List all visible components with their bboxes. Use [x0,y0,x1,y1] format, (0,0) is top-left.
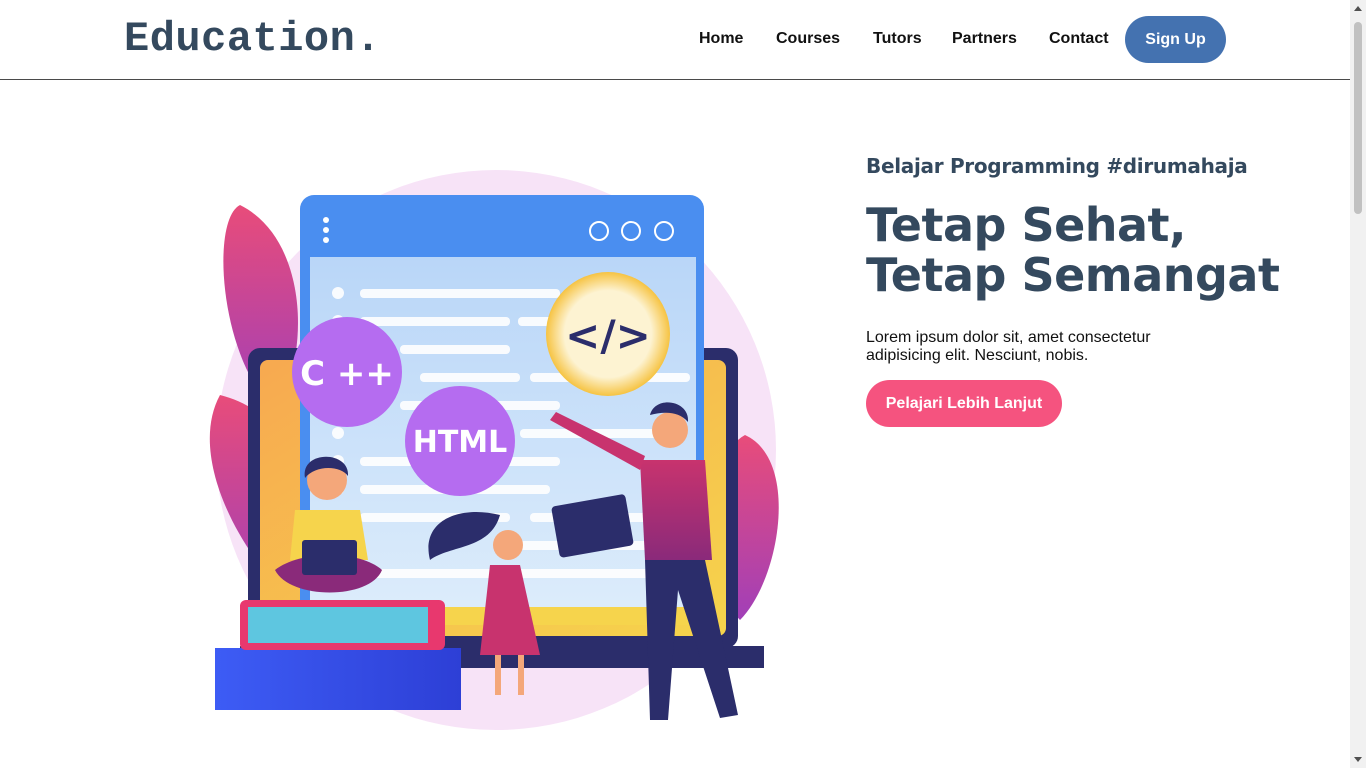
dot [323,237,329,243]
girl-legs [518,655,524,695]
tagline: Belajar Programming #dirumahaja [866,154,1248,178]
man-shirt [640,460,712,560]
headline: Tetap Sehat, Tetap Semangat [866,198,1280,302]
learn-more-button[interactable]: Pelajari Lebih Lanjut [866,380,1062,427]
headline-line1: Tetap Sehat, [866,198,1187,252]
scroll-up-arrow-icon[interactable] [1354,6,1362,11]
book-top-pages [248,607,428,643]
hero-description: Lorem ipsum dolor sit, amet consectetur … [866,329,1151,364]
girl-head [493,530,523,560]
dot [323,217,329,223]
nav-tutors[interactable]: Tutors [873,29,922,49]
book-bottom [215,648,461,710]
nav-contact[interactable]: Contact [1049,29,1109,49]
girl-legs [495,655,501,695]
code-badge-text: </> [565,311,651,360]
nav-courses[interactable]: Courses [776,29,840,49]
logo[interactable]: Education. [124,14,381,64]
scrollbar[interactable] [1350,0,1366,768]
cpp-badge-text: C ++ [300,354,394,394]
html-badge-text: HTML [413,425,508,460]
kid-laptop [302,540,357,575]
hero-illustration: C ++ HTML </> [209,170,779,730]
navbar: Education. Home Courses Tutors Partners … [0,0,1350,80]
scroll-down-arrow-icon[interactable] [1354,757,1362,762]
scroll-thumb[interactable] [1354,22,1362,214]
man-head [652,412,688,448]
dot [323,227,329,233]
nav-home[interactable]: Home [699,29,743,49]
signup-button[interactable]: Sign Up [1125,16,1226,63]
headline-line2: Tetap Semangat [866,248,1280,302]
nav-partners[interactable]: Partners [952,29,1017,49]
